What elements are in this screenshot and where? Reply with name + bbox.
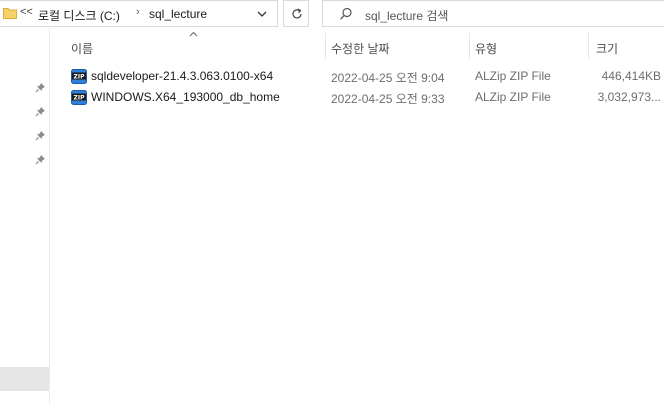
column-divider[interactable]: [588, 33, 589, 59]
search-input[interactable]: sql_lecture 검색: [365, 7, 448, 24]
chevron-down-icon[interactable]: [256, 8, 268, 20]
svg-text:ZIP: ZIP: [74, 94, 86, 101]
pin-icon[interactable]: [35, 130, 46, 141]
pin-icon[interactable]: [35, 154, 46, 165]
file-name: sqldeveloper-21.4.3.063.0100-x64: [91, 69, 274, 83]
zip-file-icon: ZIP: [71, 69, 87, 84]
column-header-size[interactable]: 크기: [596, 40, 618, 66]
breadcrumb-separator-icon[interactable]: ›: [136, 6, 140, 18]
refresh-button[interactable]: [283, 0, 309, 27]
search-box[interactable]: sql_lecture 검색: [322, 0, 664, 27]
breadcrumb-overflow[interactable]: <<: [20, 6, 33, 18]
sort-ascending-icon: [189, 31, 198, 37]
file-name: WINDOWS.X64_193000_db_home: [91, 90, 280, 104]
file-row[interactable]: ZIP WINDOWS.X64_193000_db_home 2022-04-2…: [66, 87, 664, 108]
zip-file-icon: ZIP: [71, 90, 87, 105]
navigation-pane: [0, 28, 50, 405]
column-divider[interactable]: [469, 33, 470, 59]
search-icon: [340, 7, 352, 20]
breadcrumb-sql-lecture[interactable]: sql_lecture: [149, 7, 207, 21]
column-header-type[interactable]: 유형: [475, 40, 497, 66]
file-size: 446,414KB: [601, 69, 661, 83]
file-row[interactable]: ZIP sqldeveloper-21.4.3.063.0100-x64 202…: [66, 66, 664, 87]
svg-text:ZIP: ZIP: [74, 73, 86, 80]
file-date-modified: 2022-04-25 오전 9:33: [331, 92, 445, 106]
file-date-modified: 2022-04-25 오전 9:04: [331, 71, 445, 85]
pin-icon[interactable]: [35, 82, 46, 93]
toolbar-row: << 로컬 디스크 (C:) › sql_lecture sql_lecture…: [0, 0, 664, 28]
pin-icon[interactable]: [35, 106, 46, 117]
refresh-icon: [292, 8, 302, 19]
file-size: 3,032,973...: [597, 90, 661, 104]
column-header-date-modified[interactable]: 수정한 날짜: [331, 40, 390, 66]
breadcrumb-local-disk[interactable]: 로컬 디스크 (C:): [38, 7, 120, 24]
column-header-name[interactable]: 이름: [71, 40, 93, 66]
address-bar[interactable]: << 로컬 디스크 (C:) › sql_lecture: [0, 0, 278, 27]
nav-item-selected[interactable]: [0, 367, 49, 391]
file-type: ALZip ZIP File: [475, 90, 551, 104]
file-type: ALZip ZIP File: [475, 69, 551, 83]
folder-icon: [3, 8, 17, 19]
column-divider[interactable]: [325, 33, 326, 59]
